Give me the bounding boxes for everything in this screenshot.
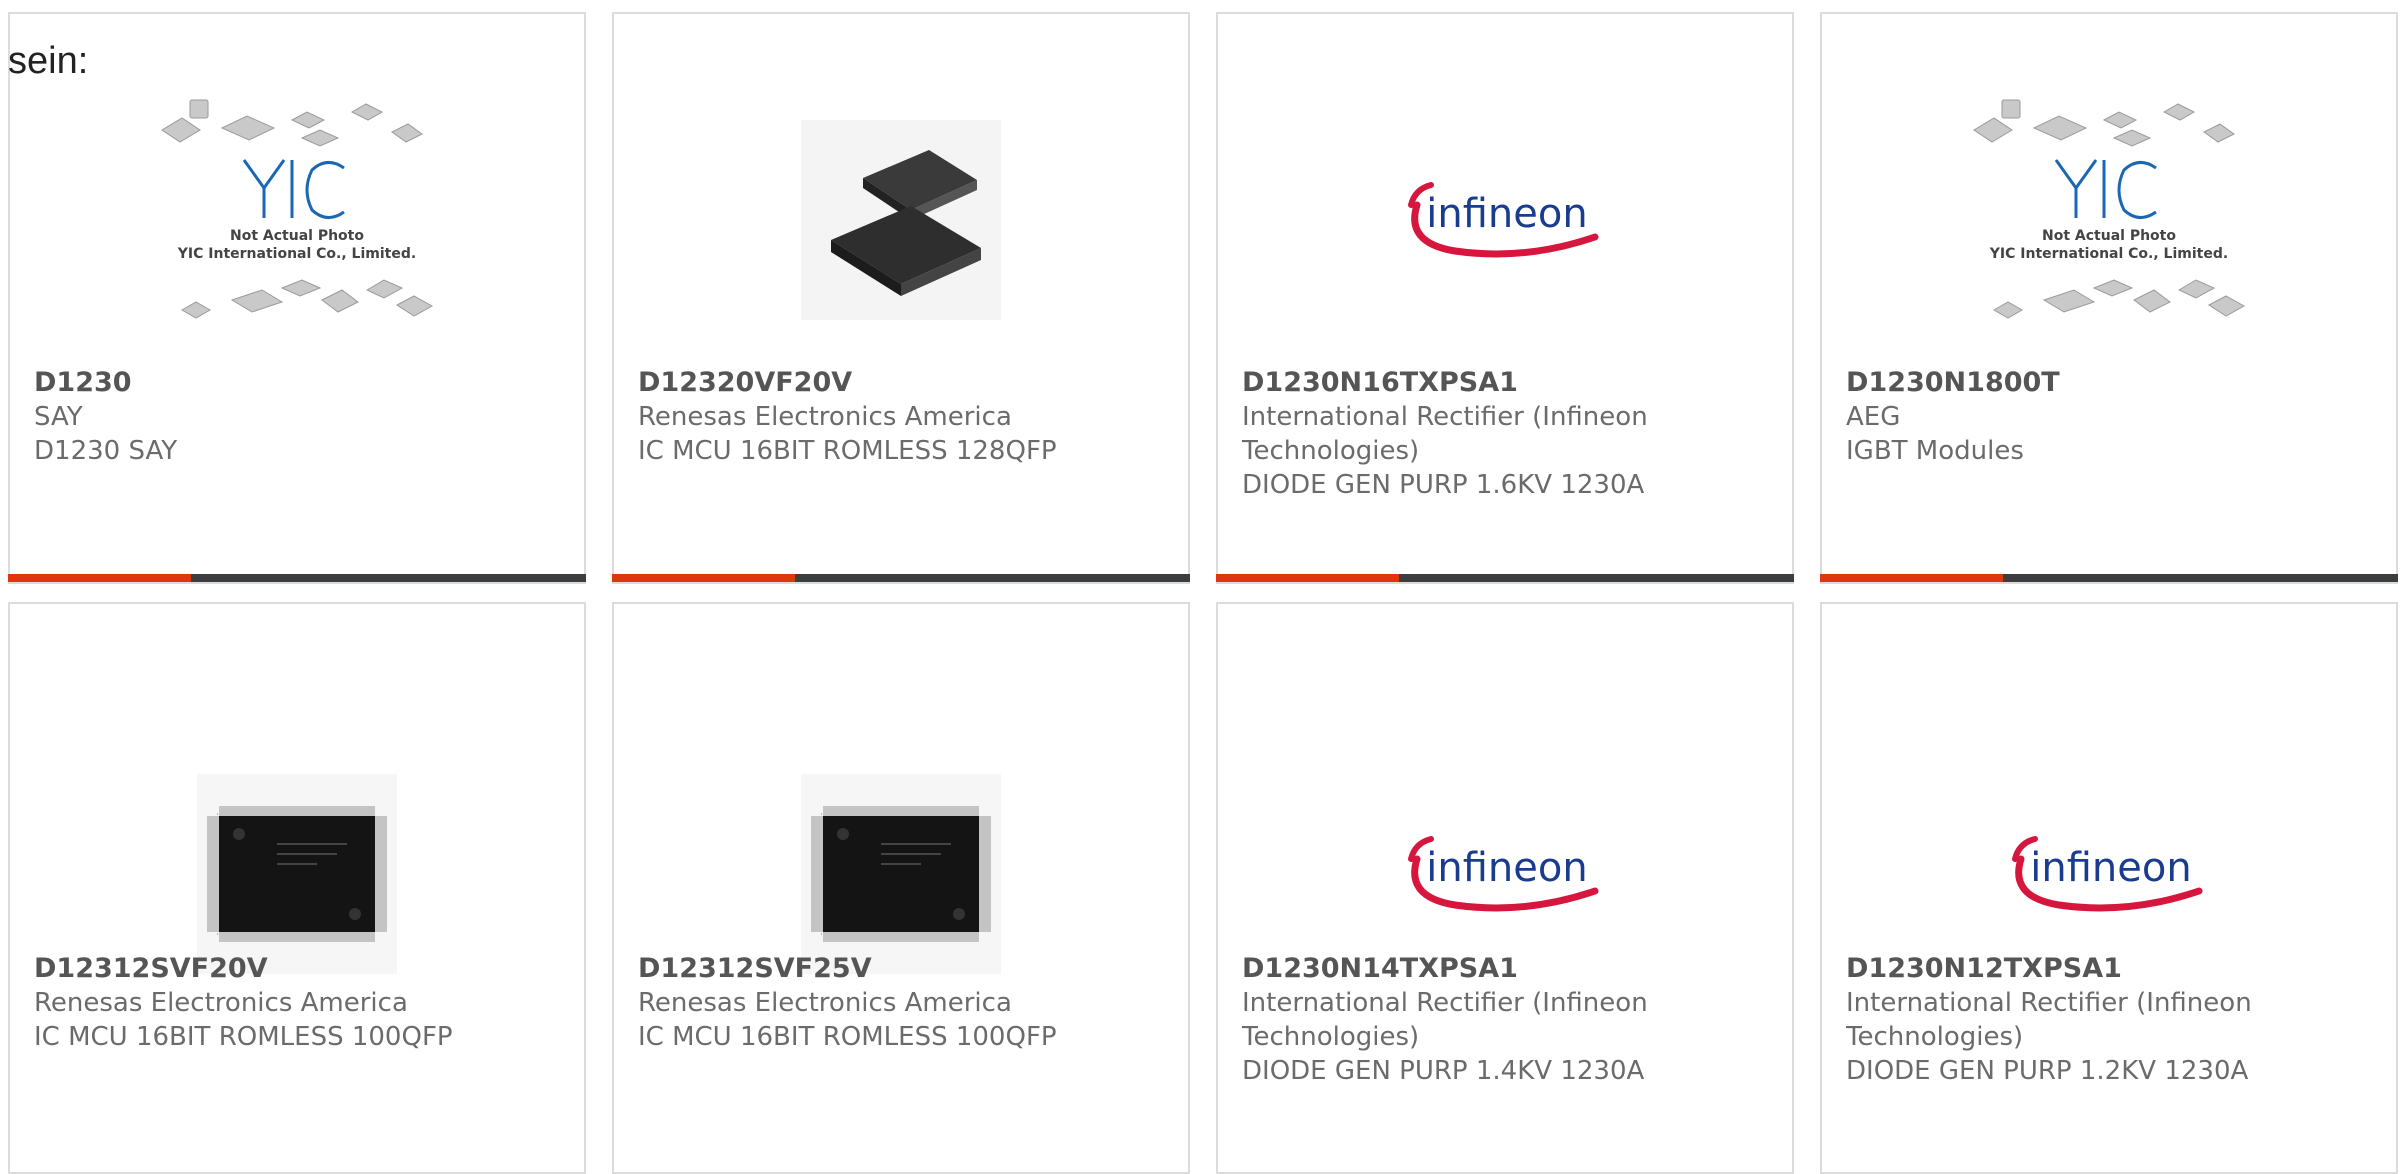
description: DIODE GEN PURP 1.2KV 1230A: [1846, 1056, 2249, 1086]
card-accent-bar: [1820, 574, 2398, 582]
product-card[interactable]: infineon D1230N16TXPSA1 International Rec…: [1216, 12, 1794, 584]
manufacturer: International Rectifier (Infineon Techno…: [1846, 988, 2252, 1052]
manufacturer: International Rectifier (Infineon Techno…: [1242, 402, 1648, 466]
qfp-chip-package-icon[interactable]: [614, 82, 1188, 357]
part-number[interactable]: D1230N1800T: [1846, 366, 2376, 400]
description: IC MCU 16BIT ROMLESS 128QFP: [638, 436, 1057, 466]
description: IC MCU 16BIT ROMLESS 100QFP: [638, 1022, 1057, 1052]
product-grid: Not Actual Photo YIC International Co., …: [0, 0, 2400, 1174]
product-info: D1230N12TXPSA1 International Rectifier (I…: [1846, 952, 2376, 1088]
description: IGBT Modules: [1846, 436, 2024, 466]
yic-line2: YIC International Co., Limited.: [1989, 246, 2228, 262]
product-info: D1230N14TXPSA1 International Rectifier (I…: [1242, 952, 1772, 1088]
yic-line1: Not Actual Photo: [230, 228, 364, 244]
part-number[interactable]: D12312SVF25V: [638, 952, 1168, 986]
product-info: D12312SVF25V Renesas Electronics America I…: [638, 952, 1168, 1054]
product-card[interactable]: infineon D1230N14TXPSA1 International Rec…: [1216, 602, 1794, 1174]
product-info: D1230N1800T AEG IGBT Modules: [1846, 366, 2376, 468]
manufacturer: Renesas Electronics America: [638, 402, 1012, 432]
card-accent-bar: [1216, 574, 1794, 582]
card-accent-bar: [612, 574, 1190, 582]
infineon-wordmark: infineon: [1426, 191, 1587, 237]
product-card[interactable]: D12312SVF20V Renesas Electronics America I…: [8, 602, 586, 1174]
description: IC MCU 16BIT ROMLESS 100QFP: [34, 1022, 453, 1052]
product-info: D12320VF20V Renesas Electronics America IC…: [638, 366, 1168, 468]
yic-line1: Not Actual Photo: [2042, 228, 2176, 244]
description: D1230 SAY: [34, 436, 178, 466]
part-number[interactable]: D1230N12TXPSA1: [1846, 952, 2376, 986]
manufacturer: SAY: [34, 402, 83, 432]
yic-placeholder-icon[interactable]: Not Actual Photo YIC International Co., …: [10, 82, 584, 357]
manufacturer: International Rectifier (Infineon Techno…: [1242, 988, 1648, 1052]
infineon-logo-icon[interactable]: infineon: [1218, 82, 1792, 357]
product-card[interactable]: Not Actual Photo YIC International Co., …: [1820, 12, 2398, 584]
part-number[interactable]: D1230N14TXPSA1: [1242, 952, 1772, 986]
manufacturer: Renesas Electronics America: [638, 988, 1012, 1018]
product-card[interactable]: D12312SVF25V Renesas Electronics America I…: [612, 602, 1190, 1174]
part-number[interactable]: D1230: [34, 366, 564, 400]
part-number[interactable]: D12320VF20V: [638, 366, 1168, 400]
product-info: D1230N16TXPSA1 International Rectifier (I…: [1242, 366, 1772, 502]
yic-line2: YIC International Co., Limited.: [177, 246, 416, 262]
description: DIODE GEN PURP 1.6KV 1230A: [1242, 470, 1645, 500]
infineon-wordmark: infineon: [2030, 845, 2191, 891]
yic-placeholder-icon[interactable]: Not Actual Photo YIC International Co., …: [1822, 82, 2396, 357]
intro-text: sein:: [8, 40, 89, 82]
part-number[interactable]: D12312SVF20V: [34, 952, 564, 986]
manufacturer: Renesas Electronics America: [34, 988, 408, 1018]
infineon-wordmark: infineon: [1426, 845, 1587, 891]
product-card[interactable]: Not Actual Photo YIC International Co., …: [8, 12, 586, 584]
product-info: D12312SVF20V Renesas Electronics America I…: [34, 952, 564, 1054]
product-card[interactable]: infineon D1230N12TXPSA1 International Rec…: [1820, 602, 2398, 1174]
part-number[interactable]: D1230N16TXPSA1: [1242, 366, 1772, 400]
card-accent-bar: [8, 574, 586, 582]
description: DIODE GEN PURP 1.4KV 1230A: [1242, 1056, 1645, 1086]
manufacturer: AEG: [1846, 402, 1901, 432]
product-info: D1230 SAY D1230 SAY: [34, 366, 564, 468]
product-card[interactable]: D12320VF20V Renesas Electronics America IC…: [612, 12, 1190, 584]
